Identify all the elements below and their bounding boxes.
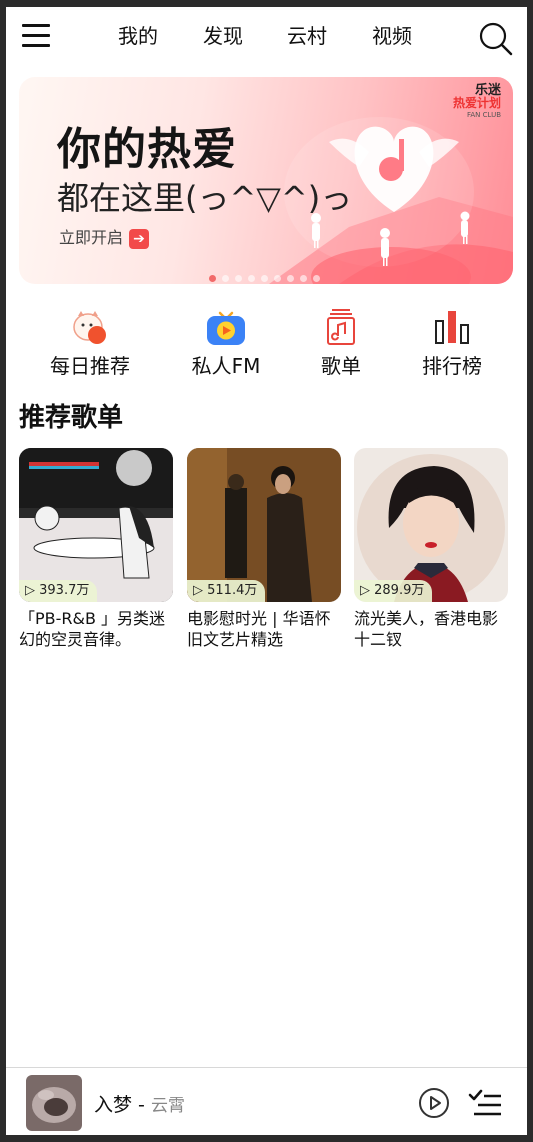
banner-title: 你的热爱 <box>57 124 237 175</box>
banner-cta-label: 立即开启 <box>59 228 124 247</box>
playlist-cover: ▷ 289.9万 <box>354 448 508 602</box>
carousel-dots[interactable] <box>209 267 326 282</box>
quick-entry-fm[interactable]: 私人FM <box>166 307 286 379</box>
banner-subtitle: 都在这里(っ^▽^)っ <box>57 179 353 217</box>
play-icon[interactable] <box>418 1087 450 1119</box>
mini-player[interactable]: 入梦 - 云霄 <box>6 1067 527 1135</box>
playlist-title: 「PB-R&B 」另类迷幻的空灵音律。 <box>19 609 166 649</box>
playlist-cover: ▷ 511.4万 <box>187 448 341 602</box>
brand-line-3: FAN CLUB <box>467 111 501 119</box>
menu-icon[interactable] <box>22 24 50 48</box>
quick-entry-label: 每日推荐 <box>50 354 130 378</box>
now-playing: 入梦 - 云霄 <box>94 1090 185 1117</box>
song-artist: 云霄 <box>150 1096 185 1116</box>
playlist-cover: ▷ 393.7万 <box>19 448 173 602</box>
carousel-dot[interactable] <box>209 275 216 282</box>
carousel-dot[interactable] <box>235 275 242 282</box>
carousel-dot[interactable] <box>248 275 255 282</box>
quick-entry-label: 歌单 <box>321 354 361 378</box>
playlist-title: 电影慰时光 | 华语怀旧文艺片精选 <box>187 609 331 649</box>
play-count-badge: ▷ 511.4万 <box>187 580 266 602</box>
album-art[interactable] <box>26 1075 82 1131</box>
song-separator: - <box>132 1094 151 1116</box>
section-title: 推荐歌单 <box>19 403 124 433</box>
top-bar: 我的 发现 云村 视频 <box>6 7 527 65</box>
carousel-dot[interactable] <box>274 275 281 282</box>
daily-recommend-icon <box>70 307 110 347</box>
song-title: 入梦 <box>94 1094 133 1116</box>
carousel-dot[interactable] <box>287 275 294 282</box>
app-screen: 我的 发现 云村 视频 你的热爱 都在这里(っ^▽^)っ 立即开启 ➔ 乐迷 热… <box>6 7 527 1135</box>
quick-entry-label: 私人FM <box>191 354 261 378</box>
carousel-dot[interactable] <box>261 275 268 282</box>
play-count-badge: ▷ 289.9万 <box>354 580 433 602</box>
personal-fm-icon <box>206 307 246 347</box>
arrow-right-icon: ➔ <box>129 228 150 249</box>
playlist-icon <box>321 307 361 347</box>
promo-banner[interactable]: 你的热爱 都在这里(っ^▽^)っ 立即开启 ➔ 乐迷 热爱计划 FAN CLUB <box>19 77 513 284</box>
search-icon[interactable] <box>478 21 514 57</box>
tab-village[interactable]: 云村 <box>287 22 327 50</box>
quick-entry-rank[interactable]: 排行榜 <box>392 307 512 379</box>
tab-video[interactable]: 视频 <box>372 22 412 50</box>
quick-entry-daily[interactable]: 每日推荐 <box>30 307 150 379</box>
quick-entry-playlist[interactable]: 歌单 <box>281 307 401 379</box>
banner-cta[interactable]: 立即开启 ➔ <box>59 224 150 249</box>
carousel-dot[interactable] <box>222 275 229 282</box>
banner-brand-logo: 乐迷 热爱计划 FAN CLUB <box>452 84 501 121</box>
carousel-dot[interactable] <box>300 275 307 282</box>
chart-rank-icon <box>432 307 472 347</box>
carousel-dot[interactable] <box>313 275 320 282</box>
tab-mine[interactable]: 我的 <box>118 22 158 50</box>
playlist-queue-icon[interactable] <box>468 1088 502 1118</box>
tab-discover[interactable]: 发现 <box>203 22 243 50</box>
playlist-card[interactable]: ▷ 511.4万 电影慰时光 | 华语怀旧文艺片精选 <box>187 448 341 650</box>
playlist-title: 流光美人，香港电影十二钗 <box>354 609 499 649</box>
playlist-card[interactable]: ▷ 289.9万 流光美人，香港电影十二钗 <box>354 448 508 650</box>
brand-line-2: 热爱计划 <box>452 96 501 110</box>
playlist-card[interactable]: ▷ 393.7万 「PB-R&B 」另类迷幻的空灵音律。 <box>19 448 173 650</box>
play-count-badge: ▷ 393.7万 <box>19 580 98 602</box>
quick-entry-label: 排行榜 <box>422 354 482 378</box>
